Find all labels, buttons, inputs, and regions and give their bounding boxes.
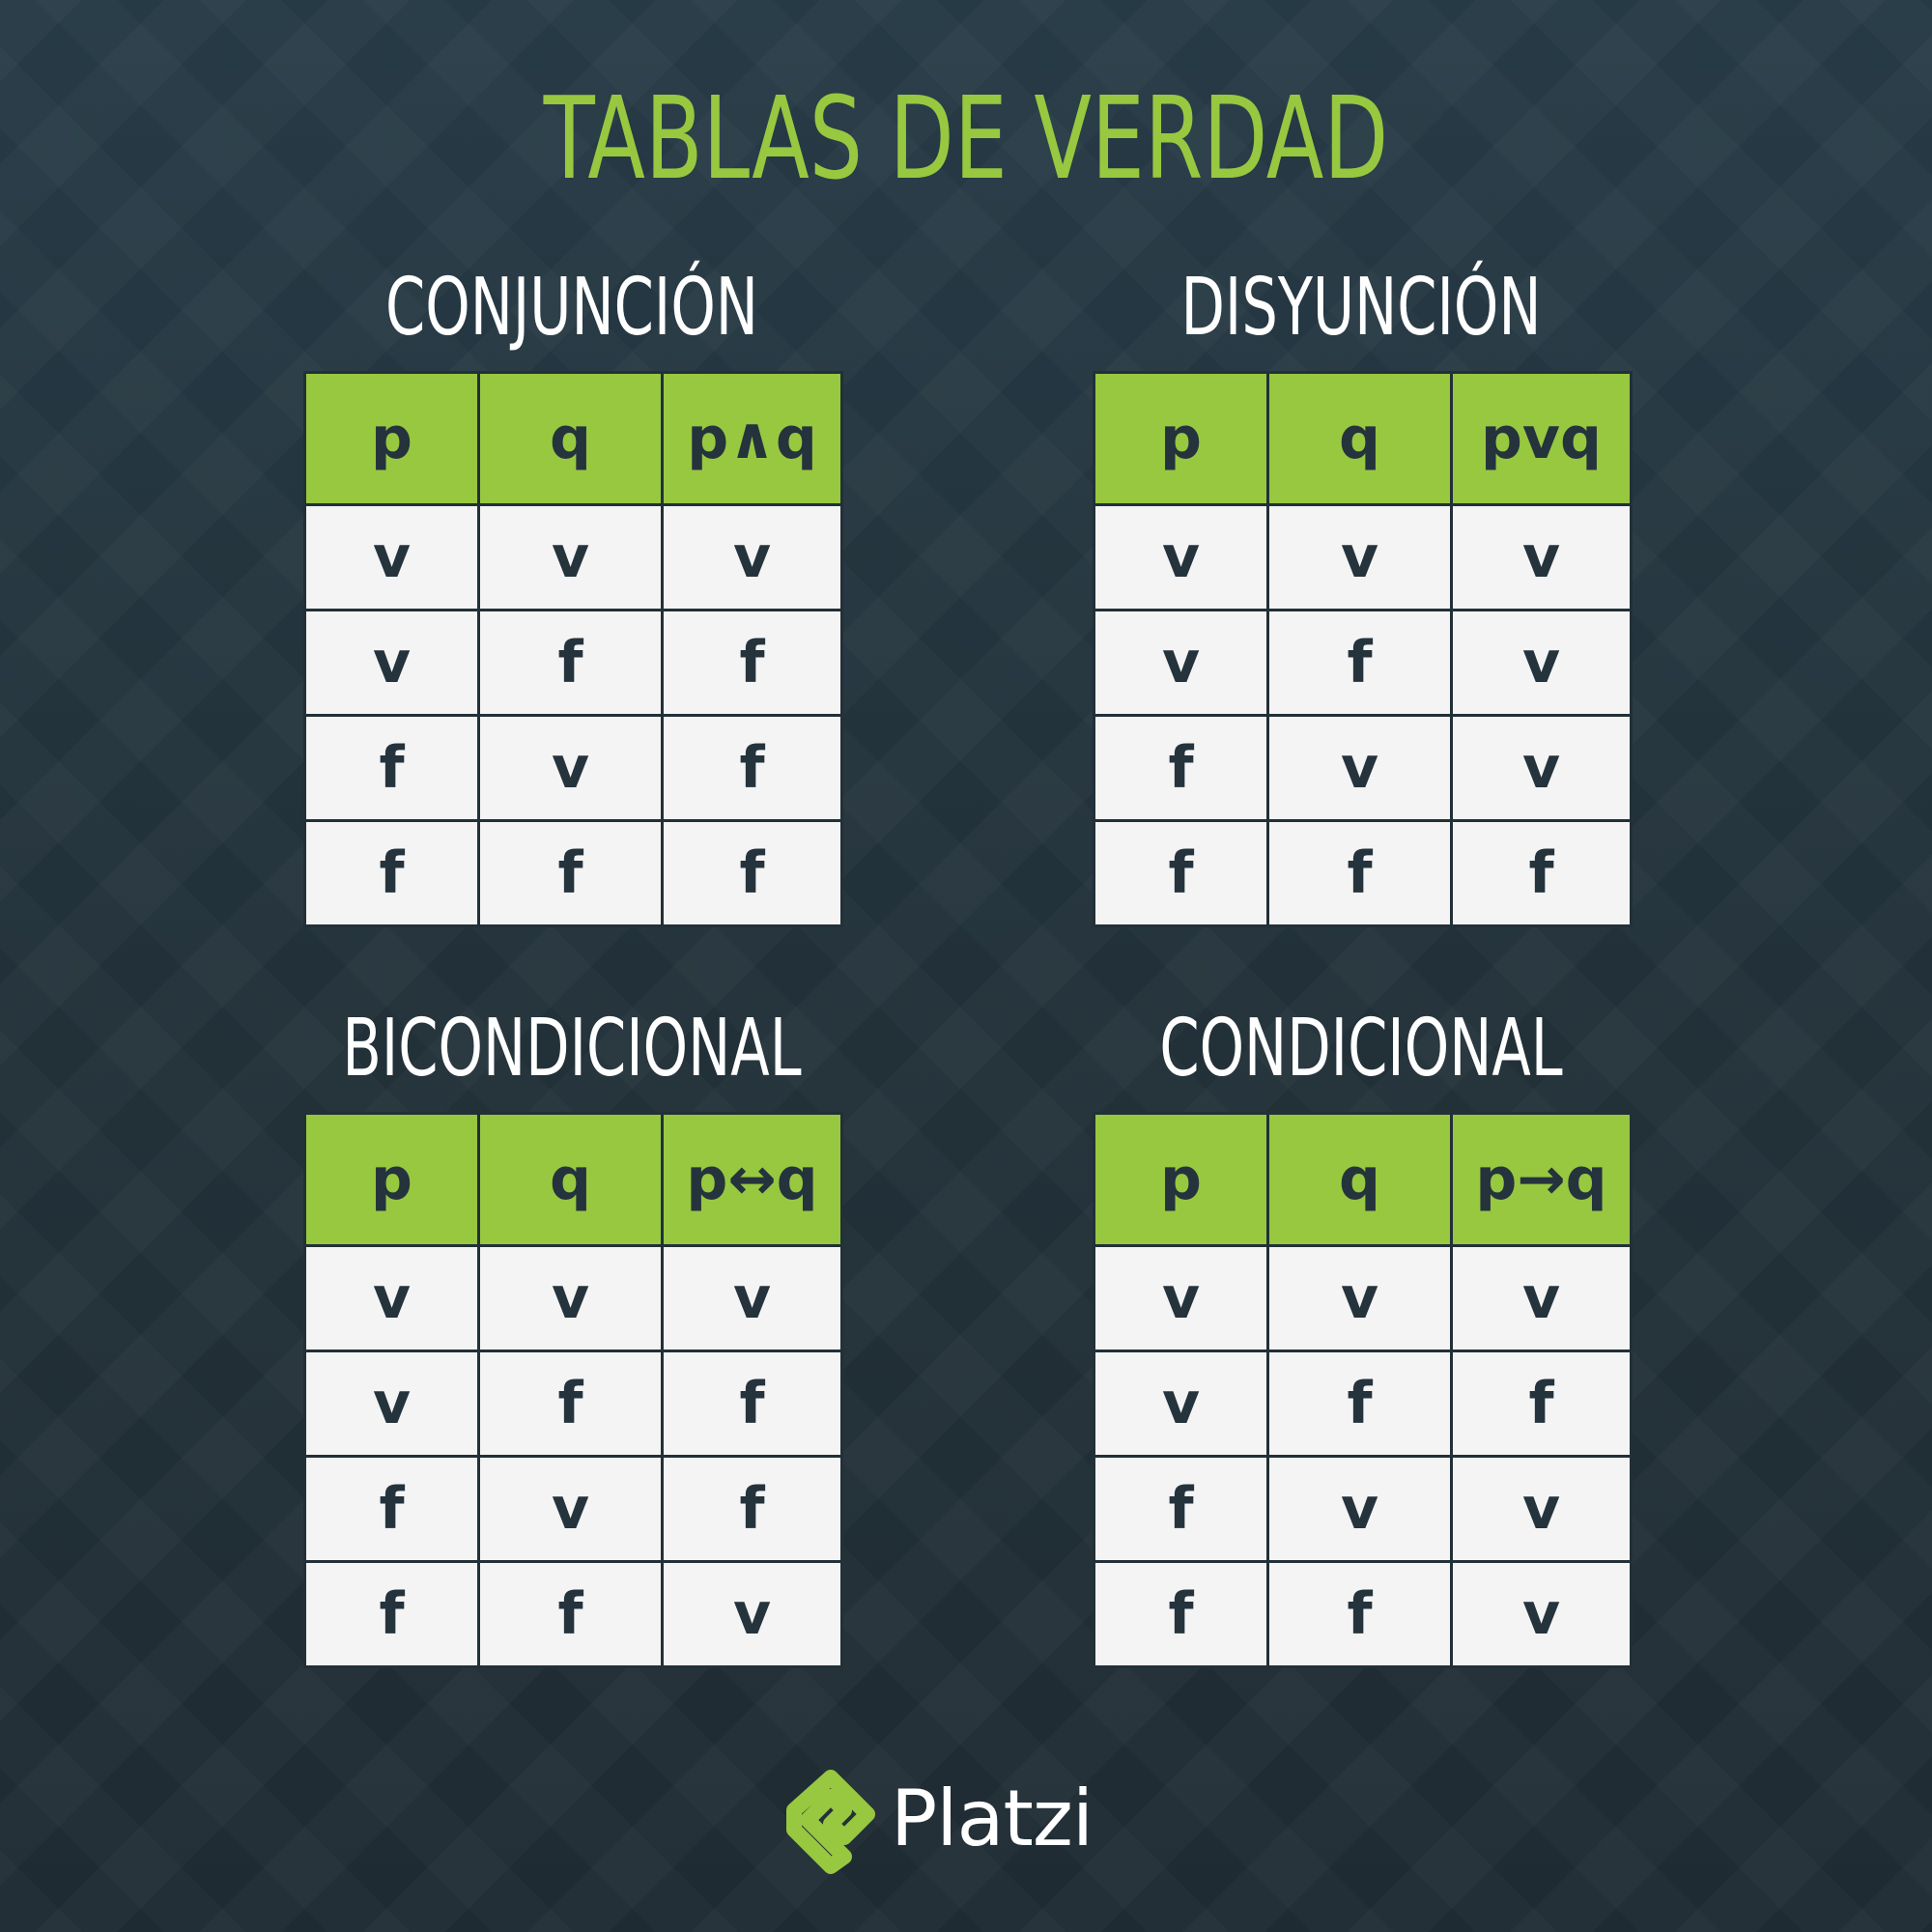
table-cell: v xyxy=(661,503,843,611)
table-cell: f xyxy=(1450,819,1633,927)
table-cell: v xyxy=(303,1350,480,1458)
table-cell: f xyxy=(661,819,843,927)
table-block-bicondicional: BICONDICIONAL p q p↔q v v v v f f f v f … xyxy=(303,1003,843,1668)
table-cell: v xyxy=(1266,1455,1453,1563)
truth-table-disyuncion: p q pvq v v v v f v f v v f f f xyxy=(1093,371,1633,927)
table-title: CONDICIONAL xyxy=(1159,1003,1563,1094)
table-cell: f xyxy=(1266,1560,1453,1668)
table-row: f v v xyxy=(1093,1455,1633,1563)
table-cell: v xyxy=(661,1244,843,1352)
table-title: DISYUNCIÓN xyxy=(1180,262,1542,354)
table-cell: f xyxy=(1093,819,1269,927)
table-cell: f xyxy=(1266,819,1453,927)
table-cell: v xyxy=(477,1244,664,1352)
header-cell: p xyxy=(1093,1112,1269,1247)
table-cell: v xyxy=(477,503,664,611)
table-row: f v f xyxy=(303,1455,843,1563)
table-row: f f v xyxy=(303,1560,843,1668)
table-cell: v xyxy=(1093,1244,1269,1352)
table-cell: v xyxy=(477,714,664,822)
table-cell: v xyxy=(1450,714,1633,822)
header-cell: p→q xyxy=(1450,1112,1633,1247)
table-title: BICONDICIONAL xyxy=(342,1003,802,1094)
table-row: v f f xyxy=(303,1350,843,1458)
table-cell: v xyxy=(1266,1244,1453,1352)
header-cell: p xyxy=(1093,371,1269,506)
table-cell: v xyxy=(1450,1244,1633,1352)
table-cell: f xyxy=(661,1455,843,1563)
platzi-logo: Platzi xyxy=(784,1768,1151,1874)
table-row: v v v xyxy=(1093,503,1633,611)
header-cell: q xyxy=(1266,371,1453,506)
table-cell: f xyxy=(303,714,480,822)
header-row: p q p∧q xyxy=(303,371,843,506)
header-cell: pvq xyxy=(1450,371,1633,506)
table-cell: f xyxy=(661,1350,843,1458)
table-cell: f xyxy=(477,1350,664,1458)
header-cell: p↔q xyxy=(661,1112,843,1247)
table-cell: v xyxy=(661,1560,843,1668)
header-cell: q xyxy=(477,1112,664,1247)
table-row: f v f xyxy=(303,714,843,822)
table-cell: v xyxy=(1450,1560,1633,1668)
table-cell: f xyxy=(303,1455,480,1563)
table-cell: f xyxy=(303,819,480,927)
table-cell: v xyxy=(1093,1350,1269,1458)
table-row: v f f xyxy=(303,609,843,717)
table-cell: f xyxy=(1450,1350,1633,1458)
truth-table-bicondicional: p q p↔q v v v v f f f v f f f v xyxy=(303,1112,843,1668)
table-block-conjuncion: CONJUNCIÓN p q p∧q v v v v f f f v f f f… xyxy=(303,262,843,927)
table-cell: f xyxy=(1093,714,1269,822)
header-cell: p∧q xyxy=(661,371,843,506)
table-cell: f xyxy=(477,1560,664,1668)
table-cell: f xyxy=(661,609,843,717)
table-row: f f f xyxy=(303,819,843,927)
table-cell: f xyxy=(477,609,664,717)
header-cell: p xyxy=(303,1112,480,1247)
table-cell: f xyxy=(303,1560,480,1668)
header-row: p q pvq xyxy=(1093,371,1633,506)
table-row: v v v xyxy=(303,503,843,611)
table-row: f f f xyxy=(1093,819,1633,927)
table-cell: f xyxy=(1093,1455,1269,1563)
page-title: TABLAS DE VERDAD xyxy=(543,71,1389,205)
table-row: f f v xyxy=(1093,1560,1633,1668)
platzi-logo-icon xyxy=(786,1770,875,1874)
table-cell: f xyxy=(1093,1560,1269,1668)
table-row: f v v xyxy=(1093,714,1633,822)
table-block-condicional: CONDICIONAL p q p→q v v v v f f f v v f … xyxy=(1093,1003,1633,1668)
table-row: v f f xyxy=(1093,1350,1633,1458)
table-cell: v xyxy=(303,1244,480,1352)
truth-table-conjuncion: p q p∧q v v v v f f f v f f f f xyxy=(303,371,843,927)
table-cell: f xyxy=(1266,1350,1453,1458)
table-cell: v xyxy=(303,503,480,611)
header-row: p q p↔q xyxy=(303,1112,843,1247)
table-row: v v v xyxy=(303,1244,843,1352)
table-cell: v xyxy=(1266,503,1453,611)
header-row: p q p→q xyxy=(1093,1112,1633,1247)
table-row: v v v xyxy=(1093,1244,1633,1352)
table-cell: f xyxy=(1266,609,1453,717)
table-block-disyuncion: DISYUNCIÓN p q pvq v v v v f v f v v f f… xyxy=(1093,262,1633,927)
table-cell: f xyxy=(661,714,843,822)
header-cell: q xyxy=(1266,1112,1453,1247)
table-cell: v xyxy=(1450,609,1633,717)
table-cell: v xyxy=(1450,503,1633,611)
truth-table-condicional: p q p→q v v v v f f f v v f f v xyxy=(1093,1112,1633,1668)
table-title: CONJUNCIÓN xyxy=(385,262,758,354)
table-row: v f v xyxy=(1093,609,1633,717)
logo-text: Platzi xyxy=(891,1774,1094,1863)
table-cell: f xyxy=(477,819,664,927)
table-cell: v xyxy=(477,1455,664,1563)
table-cell: v xyxy=(1093,503,1269,611)
header-cell: q xyxy=(477,371,664,506)
table-cell: v xyxy=(1093,609,1269,717)
header-cell: p xyxy=(303,371,480,506)
table-cell: v xyxy=(1266,714,1453,822)
table-cell: v xyxy=(303,609,480,717)
table-cell: v xyxy=(1450,1455,1633,1563)
